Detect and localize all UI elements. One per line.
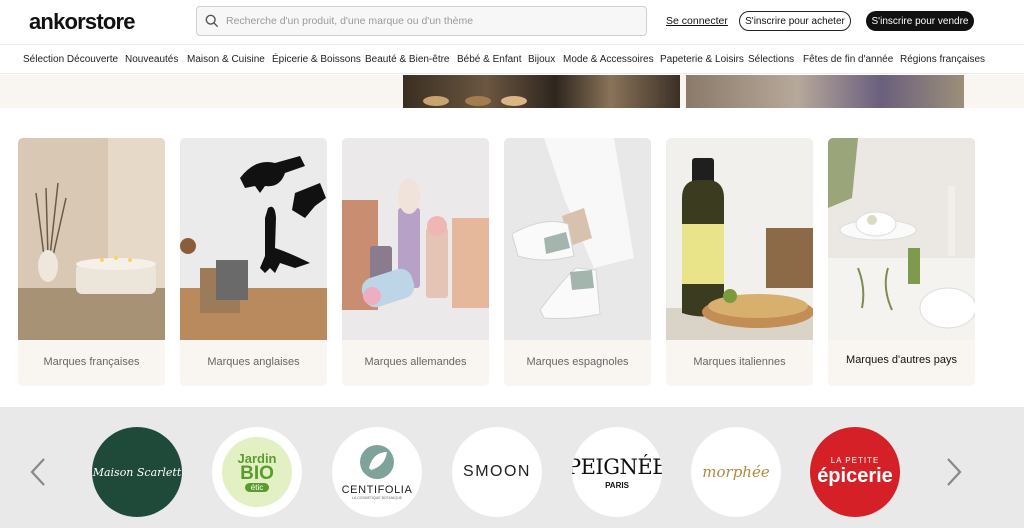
card-label: Marques anglaises (207, 356, 300, 368)
nav-item-nouveautes[interactable]: Nouveautés (125, 54, 178, 65)
brand-tagline: LA COSMETIQUE BOTANIQUE (352, 496, 402, 500)
card-label: Marques espagnoles (526, 356, 629, 368)
cosmetics-image (342, 138, 489, 340)
brand-smoon[interactable]: SMOON (452, 427, 542, 517)
leaf-icon (360, 445, 394, 479)
brand-maison-scarlett[interactable]: Maison Scarlett (92, 427, 182, 517)
header: ankorstore Se connecter S'inscrire pour … (0, 0, 1024, 44)
search-input[interactable] (226, 15, 636, 27)
brand-la-petite-epicerie[interactable]: LA PETITE épicerie (810, 427, 900, 517)
login-link[interactable]: Se connecter (666, 15, 728, 27)
nav-item-maison-cuisine[interactable]: Maison & Cuisine (187, 54, 265, 65)
brand-name: CENTIFOLIA (341, 484, 413, 496)
hero-banner-strip (0, 75, 1024, 108)
brand-main: épicerie (817, 465, 893, 487)
cookie-shape (423, 96, 449, 106)
brand-name: morphée (702, 463, 770, 481)
brand-top: LA PETITE (830, 456, 880, 465)
signup-buy-button[interactable]: S'inscrire pour acheter (739, 11, 851, 31)
chevron-right-icon[interactable] (944, 457, 964, 487)
candle-image (18, 138, 165, 340)
nav-item-beaute-bien-etre[interactable]: Beauté & Bien-être (365, 54, 450, 65)
brand-city: PARIS (605, 480, 629, 490)
brand-morphee[interactable]: morphée (691, 427, 781, 517)
search-bar[interactable] (196, 6, 647, 36)
brand-main: BIO (240, 462, 274, 484)
cookie-shape (465, 96, 491, 106)
logo[interactable]: ankorstore (29, 9, 136, 35)
country-card-germany[interactable]: Marques allemandes (342, 138, 489, 386)
olive-oil-image (666, 138, 813, 340)
chevron-left-icon[interactable] (28, 457, 48, 487)
nav-item-bijoux[interactable]: Bijoux (528, 54, 555, 65)
card-label: Marques allemandes (364, 356, 467, 368)
nav-item-selections[interactable]: Sélections (748, 54, 794, 65)
brand-name: Maison Scarlett (92, 465, 182, 479)
country-card-france[interactable]: Marques françaises (18, 138, 165, 386)
card-label: Marques françaises (43, 356, 140, 368)
country-card-spain[interactable]: Marques espagnoles (504, 138, 651, 386)
country-card-england[interactable]: Marques anglaises (180, 138, 327, 386)
brand-jardin-bio[interactable]: Jardin BIO étic (212, 427, 302, 517)
banner-image-lavender[interactable] (686, 75, 964, 108)
nav-item-fetes[interactable]: Fêtes de fin d'année (803, 54, 893, 65)
nav-item-papeterie-loisirs[interactable]: Papeterie & Loisirs (660, 54, 744, 65)
nav-item-mode-accessoires[interactable]: Mode & Accessoires (563, 54, 654, 65)
brand-centifolia[interactable]: CENTIFOLIA LA COSMETIQUE BOTANIQUE (332, 427, 422, 517)
nav-item-epicerie-boissons[interactable]: Épicerie & Boissons (272, 54, 361, 65)
nav-item-regions[interactable]: Régions françaises (900, 54, 985, 65)
cookie-shape (501, 96, 527, 106)
brand-peignee[interactable]: PEIGNÉE PARIS (572, 427, 662, 517)
country-card-other[interactable]: Marques d'autres pays (828, 138, 975, 386)
brand-name: SMOON (463, 463, 531, 480)
brand-carousel: Maison Scarlett Jardin BIO étic CENTIFOL… (0, 407, 1024, 528)
nav-item-bebe-enfant[interactable]: Bébé & Enfant (457, 54, 522, 65)
dinosaur-decor-image (180, 138, 327, 340)
brand-name: PEIGNÉE (572, 454, 662, 479)
card-label: Marques italiennes (693, 356, 786, 368)
table-setting-image (828, 138, 975, 340)
search-icon (205, 14, 219, 28)
brand-tag: étic (244, 482, 270, 492)
card-label: Marques d'autres pays (846, 354, 957, 366)
country-card-italy[interactable]: Marques italiennes (666, 138, 813, 386)
signup-sell-button[interactable]: S'inscrire pour vendre (866, 11, 974, 31)
category-nav: Sélection Découverte Nouveautés Maison &… (0, 44, 1024, 74)
nav-item-selection-decouverte[interactable]: Sélection Découverte (23, 54, 118, 65)
sneakers-image (504, 138, 651, 340)
jardin-bio-logo: Jardin BIO étic (222, 437, 292, 507)
banner-image-cookies[interactable] (403, 75, 680, 108)
